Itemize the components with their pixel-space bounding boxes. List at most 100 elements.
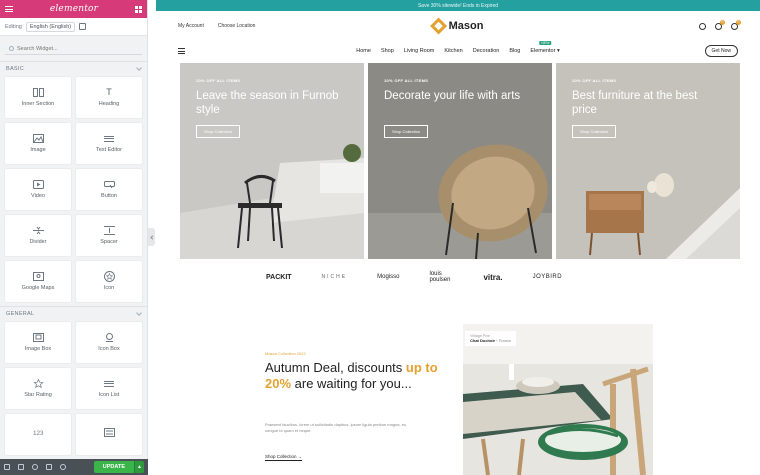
language-row: Editing English (English) [0,18,147,36]
promo-image[interactable]: Vintage Pine Chat Duchoir · France [463,324,653,475]
nav-links: Home Shop Living Room Kitchen Decoration… [356,41,560,54]
chevron-up-icon[interactable]: ▲ [134,461,144,473]
brand-logos: PACKIT NICHE Mogisso louis poulsen vitra… [266,271,562,283]
banner-title: Best furniture at the best price [572,90,698,116]
preview-icon[interactable] [60,464,66,470]
announcement-bar: Save 30% sitewide! Ends in Expired [156,0,760,11]
search-icon[interactable] [699,22,706,30]
widget-icon-box[interactable]: Icon Box [76,322,142,363]
search-icon [9,46,14,51]
responsive-icon[interactable] [46,464,52,470]
language-select[interactable]: English (English) [25,21,76,32]
my-account-link[interactable]: My Account [178,23,204,29]
cart-icon[interactable]: 0 [731,19,741,30]
promo-link-label: Shop Collection [265,454,297,459]
get-now-button[interactable]: Get Now [704,45,738,57]
widget-star-rating[interactable]: Star Rating [5,368,71,409]
site-header: My Account Choose Location Mason 0 0 [156,11,760,41]
nav-shop[interactable]: Shop [381,48,394,54]
choose-location-link[interactable]: Choose Location [218,23,256,29]
widget-divider[interactable]: Divider [5,215,71,256]
promo-shop-link[interactable]: Shop Collection → [265,454,303,461]
copy-icon[interactable] [79,23,87,30]
widget-progress[interactable] [76,414,142,455]
logo-icon [430,17,448,35]
cart-count: 0 [736,19,741,25]
heading-icon: T [106,87,112,97]
widget-label: Spacer [100,239,118,245]
menu-icon[interactable] [178,48,185,54]
widget-image-box[interactable]: Image Box [5,322,71,363]
brand-niche[interactable]: NICHE [322,274,348,280]
image-box-icon [32,333,44,342]
banner-3[interactable]: 10% OFF ALL ITEMS Best furniture at the … [556,63,740,259]
promo-body: Praesent faucibus, lorem ut sollicitudin… [265,422,407,433]
brand-joybird[interactable]: JOYBIRD [533,274,563,280]
banner-2[interactable]: 10% OFF ALL ITEMS Decorate your life wit… [368,63,552,259]
banner-tag: 10% OFF ALL ITEMS [572,78,617,83]
nav-kitchen[interactable]: Kitchen [444,48,462,54]
section-general-header[interactable]: GENERAL [0,306,147,320]
promo-title-end: are waiting for you... [291,376,412,391]
settings-icon[interactable] [4,464,10,470]
spacer-icon [103,226,115,235]
search-input[interactable] [17,45,127,52]
star-circle-icon [103,271,115,282]
menu-icon[interactable] [5,6,13,12]
brand-louis-poulsen[interactable]: louis poulsen [429,271,453,283]
map-pin-icon [32,272,44,281]
promo-title: Autumn Deal, discounts up to 20% are wai… [265,360,445,392]
widget-google-maps[interactable]: Google Maps [5,261,71,302]
brand-packit[interactable]: PACKIT [266,274,292,281]
chevron-down-icon [136,64,142,71]
screen: elementor Editing English (English) BASI… [0,0,760,475]
site-logo[interactable]: Mason [430,17,484,35]
brand-mogisso[interactable]: Mogisso [377,274,399,280]
panel-collapse-toggle[interactable] [148,228,155,246]
shop-collection-button[interactable]: Shop Collection [572,125,617,138]
widget-label: Google Maps [21,285,55,291]
panel-footer: UPDATE ▲ [0,459,148,475]
general-widgets-grid: Image Box Icon Box Star Rating Icon List [0,320,147,459]
nav-living-room[interactable]: Living Room [404,48,435,54]
caption-name: Chat Duchoir · France [470,338,512,343]
header-actions: 0 0 [699,19,741,30]
history-icon[interactable] [32,464,38,470]
widget-button[interactable]: Button [76,169,142,210]
nav-blog[interactable]: Blog [509,48,520,54]
caption-country: France [498,338,512,343]
banner-1[interactable]: 10% OFF ALL ITEMS Leave the season in Fu… [180,63,364,259]
wishlist-icon[interactable]: 0 [715,19,725,30]
promo-subtitle: Mason Collection 2022 [265,351,306,356]
widget-spacer[interactable]: Spacer [76,215,142,256]
widget-video[interactable]: Video [5,169,71,210]
brand-vitra[interactable]: vitra. [483,273,502,282]
widget-icon[interactable]: Icon [76,261,142,302]
update-button[interactable]: UPDATE [93,461,134,473]
button-icon [103,180,115,189]
widget-label: Icon List [98,392,120,398]
widget-label: Divider [29,239,47,245]
widget-inner-section[interactable]: Inner Section [5,77,71,118]
widget-heading[interactable]: T Heading [76,77,142,118]
widget-counter[interactable]: 123 [5,414,71,455]
widget-label: Video [31,193,45,199]
widget-label: Inner Section [21,101,55,107]
editing-label: Editing [5,23,22,30]
widget-image[interactable]: Image [5,123,71,164]
widget-label: Heading [98,101,120,107]
shop-collection-button[interactable]: Shop Collection [196,125,241,138]
widget-icon-list[interactable]: Icon List [76,368,142,409]
nav-decoration[interactable]: Decoration [473,48,500,54]
divider-icon [32,226,44,235]
logo-text: Mason [448,20,484,32]
widget-text-editor[interactable]: Text Editor [76,123,142,164]
banner-tag: 10% OFF ALL ITEMS [196,78,241,83]
widgets-grid-icon[interactable] [134,5,142,13]
nav-elementor[interactable]: NEW Elementor ▾ [530,41,560,54]
section-basic-header[interactable]: BASIC [0,61,147,75]
shop-collection-button[interactable]: Shop Collection [384,125,429,138]
navigator-icon[interactable] [18,464,24,470]
basic-widgets-grid: Inner Section T Heading Image Text Edito… [0,75,147,306]
nav-home[interactable]: Home [356,48,371,54]
